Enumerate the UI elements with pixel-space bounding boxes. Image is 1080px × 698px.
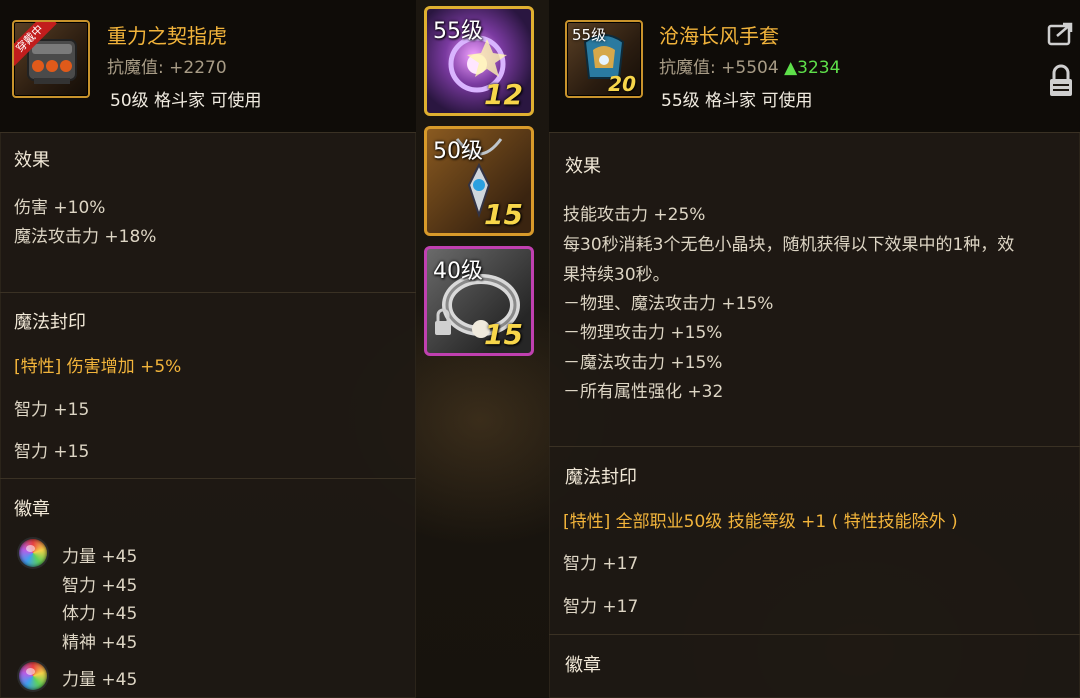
thumb-count: 15	[484, 318, 523, 351]
gloves-item-icon[interactable]: 55级 20	[565, 20, 643, 98]
thumb-level: 55级	[433, 19, 483, 44]
lock-icon[interactable]	[1049, 64, 1073, 98]
seal-trait: [特性] 全部职业50级 技能等级 +1 ( 特性技能除外 )	[563, 512, 958, 532]
thumb-count: 12	[484, 78, 523, 111]
resist-diff: ▲3234	[784, 58, 841, 78]
resist-value: +2270	[169, 58, 227, 78]
seal-trait: [特性] 伤害增加 +5%	[14, 357, 182, 377]
thumb-level: 50级	[433, 139, 483, 164]
effect-line: －物理、魔法攻击力 +15%	[563, 294, 774, 314]
effect-line: 每30秒消耗3个无色小晶块，随机获得以下效果中的1种，效	[563, 235, 1015, 255]
item-name: 重力之契指虎	[107, 24, 227, 48]
divider	[0, 292, 416, 293]
thumb-count: 15	[484, 198, 523, 231]
resist-label: 抗魔值:	[659, 58, 722, 78]
effects-title: 效果	[14, 150, 50, 171]
emblem-title: 徽章	[565, 655, 601, 676]
share-icon[interactable]	[1047, 20, 1075, 46]
item-level-badge: 55级	[572, 26, 607, 44]
magic-seal-title: 魔法封印	[14, 312, 86, 333]
item-count-badge: 20	[608, 72, 636, 96]
resist-stat: 抗魔值: +2270	[107, 53, 227, 78]
compare-thumb-50[interactable]: 50级 15	[424, 126, 534, 236]
effect-line: 魔法攻击力 +18%	[14, 227, 157, 247]
seal-line: 智力 +15	[14, 400, 90, 420]
seal-line: 智力 +17	[563, 597, 639, 617]
item-header: 穿戴中 重力之契指虎 抗魔值: +2270 50级 格斗家 可使用	[0, 0, 416, 133]
effects-title: 效果	[565, 156, 601, 177]
resist-label: 抗魔值:	[107, 58, 170, 78]
effect-line: 果持续30秒。	[563, 265, 670, 285]
item-header: 55级 20 沧海长风手套 抗魔值: +5504 ▲3234 55级 格斗家 可…	[549, 0, 1080, 133]
emblem-line: 智力 +45	[62, 576, 138, 596]
emblem-title: 徽章	[14, 499, 50, 520]
effect-line: －所有属性强化 +32	[563, 382, 724, 402]
requirement-text: 55级 格斗家 可使用	[661, 91, 813, 111]
compare-item-panel: 55级 20 沧海长风手套 抗魔值: +5504 ▲3234 55级 格斗家 可…	[549, 0, 1080, 698]
effect-line: 伤害 +10%	[14, 198, 106, 218]
compare-thumb-40[interactable]: 40级 15	[424, 246, 534, 356]
emblem-line: 精神 +45	[62, 633, 138, 653]
divider	[0, 478, 416, 479]
rainbow-orb-icon	[19, 662, 47, 690]
divider	[549, 446, 1080, 447]
seal-line: 智力 +17	[563, 554, 639, 574]
effect-line: －魔法攻击力 +15%	[563, 353, 723, 373]
item-name: 沧海长风手套	[659, 24, 779, 48]
effect-line: 技能攻击力 +25%	[563, 205, 706, 225]
knuckle-item-icon[interactable]: 穿戴中	[12, 20, 90, 98]
requirement-text: 50级 格斗家 可使用	[110, 91, 262, 111]
rainbow-orb-icon	[19, 539, 47, 567]
resist-stat: 抗魔值: +5504 ▲3234	[659, 53, 840, 78]
divider	[549, 634, 1080, 635]
equipped-item-panel: 穿戴中 重力之契指虎 抗魔值: +2270 50级 格斗家 可使用 效果 伤害 …	[0, 0, 416, 698]
compare-thumb-55[interactable]: 55级 12	[424, 6, 534, 116]
effect-line: －物理攻击力 +15%	[563, 323, 723, 343]
resist-value: +5504	[721, 58, 779, 78]
thumb-level: 40级	[433, 259, 483, 284]
emblem-line: 力量 +45	[62, 547, 138, 567]
emblem-line: 体力 +45	[62, 604, 138, 624]
seal-line: 智力 +15	[14, 442, 90, 462]
emblem-line: 力量 +45	[62, 670, 138, 690]
magic-seal-title: 魔法封印	[565, 467, 637, 488]
